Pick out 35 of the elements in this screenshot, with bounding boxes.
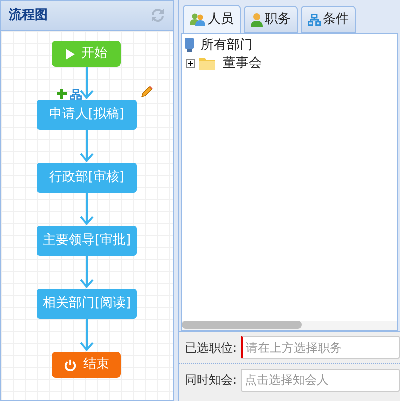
folder-icon (198, 57, 215, 70)
task-node[interactable]: 主要领导[审批] (36, 226, 137, 256)
user-icon (250, 12, 263, 26)
field-label: 已选职位: (184, 340, 237, 356)
hierarchy-icon (308, 14, 321, 26)
tab[interactable]: 人员 (182, 5, 241, 33)
start-node[interactable]: 开始 (52, 41, 122, 67)
pencil-icon[interactable] (141, 86, 153, 98)
node-label: 开始 (81, 45, 108, 64)
node-label: 结束 (83, 356, 110, 374)
tree-item[interactable]: 董事会 (222, 54, 262, 74)
users-icon (190, 13, 206, 26)
power-icon (64, 358, 78, 372)
connector-arrow (80, 256, 94, 289)
input-field[interactable]: 请在上方选择职务 (241, 336, 400, 359)
add-icon[interactable] (57, 89, 67, 99)
computer-icon (184, 38, 195, 54)
end-node[interactable]: 结束 (52, 352, 122, 378)
task-node[interactable]: 申请人[拟稿] (36, 100, 137, 130)
input-field[interactable]: 点击选择知会人 (241, 368, 400, 392)
tree-root[interactable]: 所有部门 (184, 36, 253, 56)
tab[interactable]: 条件 (300, 6, 356, 33)
tab[interactable]: 职务 (244, 6, 298, 33)
connector-arrow (80, 130, 94, 163)
expand-toggle[interactable] (186, 59, 195, 68)
connector-arrow (80, 319, 94, 352)
play-icon (66, 48, 76, 60)
field-label: 同时知会: (184, 372, 237, 389)
task-node[interactable]: 行政部[审核] (36, 163, 137, 193)
panel-title: 流程图 (9, 6, 48, 25)
scrollbar-thumb[interactable] (182, 321, 302, 329)
hierarchy-icon[interactable] (70, 89, 82, 100)
connector-arrow (80, 193, 94, 226)
task-node[interactable]: 相关部门[阅读] (36, 289, 137, 319)
connector-arrow (80, 67, 94, 100)
